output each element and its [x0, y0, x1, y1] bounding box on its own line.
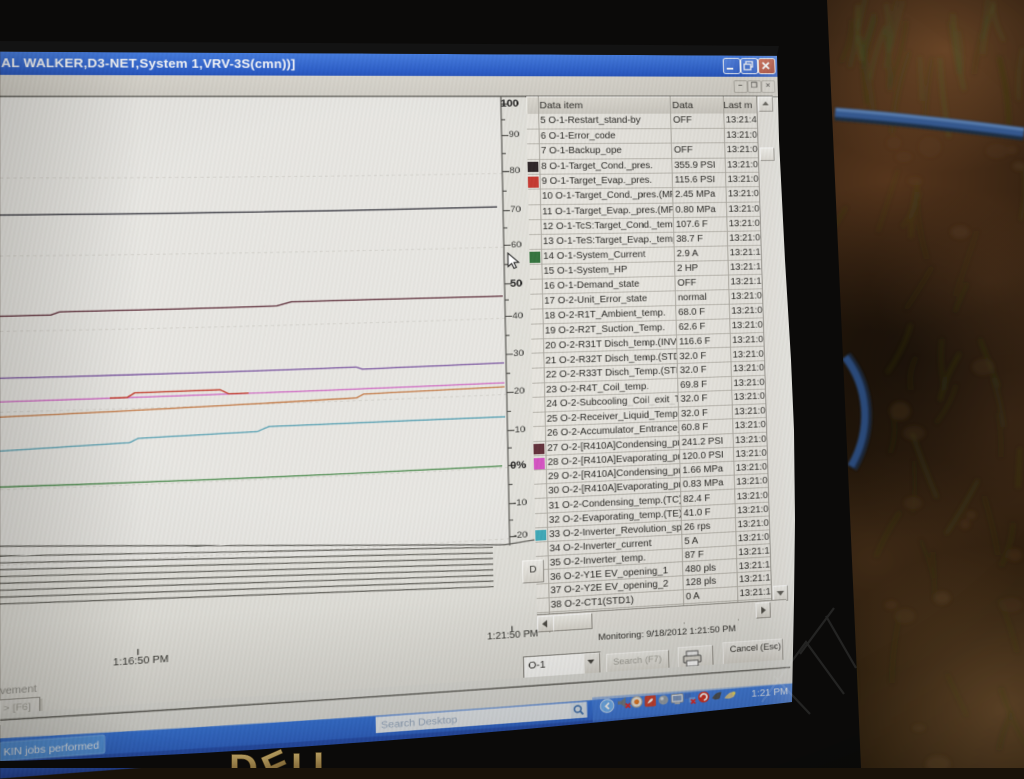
svg-text:D: D: [229, 747, 258, 768]
svg-text:L: L: [313, 745, 337, 768]
svg-text:L: L: [291, 746, 315, 768]
